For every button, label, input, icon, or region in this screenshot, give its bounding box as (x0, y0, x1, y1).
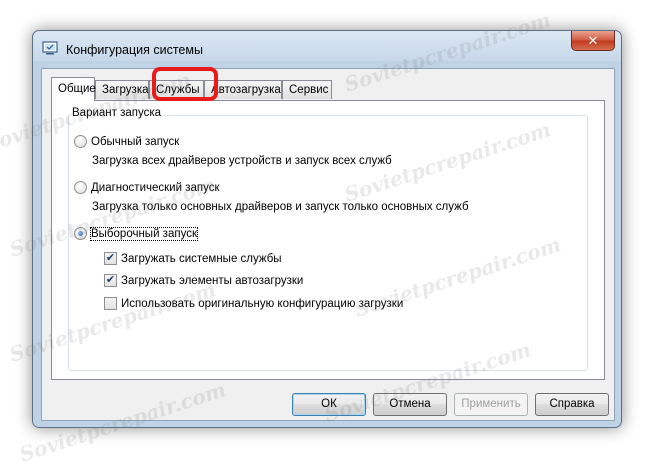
title-bar[interactable]: Конфигурация системы ✕ (33, 31, 621, 63)
use-original-boot-config-checkbox[interactable] (104, 297, 117, 310)
normal-startup-option[interactable]: Обычный запуск (74, 135, 179, 148)
close-icon: ✕ (587, 33, 599, 48)
apply-button[interactable]: Применить (454, 393, 528, 416)
diagnostic-startup-label: Диагностический запуск (91, 181, 220, 194)
selective-startup-label: Выборочный запуск (90, 226, 198, 241)
load-system-services-option[interactable]: ✔ Загружать системные службы (104, 252, 282, 265)
tab-tools[interactable]: Сервис (282, 80, 332, 99)
window-title: Конфигурация системы (66, 43, 203, 57)
load-system-services-label: Загружать системные службы (121, 252, 282, 265)
selective-startup-option[interactable]: Выборочный запуск (74, 226, 198, 241)
system-configuration-window: Конфигурация системы ✕ Общие Загрузка Сл… (32, 30, 622, 428)
general-tab-panel: Вариант запуска Обычный запуск Загрузка … (51, 100, 605, 380)
diagnostic-startup-radio[interactable] (74, 181, 87, 194)
load-startup-items-option[interactable]: ✔ Загружать элементы автозагрузки (104, 274, 303, 287)
diagnostic-startup-option[interactable]: Диагностический запуск (74, 181, 220, 194)
load-startup-items-checkbox[interactable]: ✔ (104, 274, 117, 287)
diagnostic-startup-description: Загрузка только основных драйверов и зап… (92, 201, 469, 213)
dialog-client-area: Общие Загрузка Службы Автозагрузка Серви… (41, 68, 615, 421)
help-button[interactable]: Справка (535, 393, 609, 416)
use-original-boot-config-label: Использовать оригинальную конфигурацию з… (121, 297, 404, 310)
cancel-button[interactable]: Отмена (373, 393, 447, 416)
services-tab-highlight (152, 67, 218, 101)
load-startup-items-label: Загружать элементы автозагрузки (121, 274, 304, 287)
group-title: Вариант запуска (69, 107, 165, 119)
use-original-boot-config-option[interactable]: Использовать оригинальную конфигурацию з… (104, 297, 403, 310)
selective-startup-radio[interactable] (74, 227, 87, 240)
normal-startup-label: Обычный запуск (91, 135, 180, 148)
close-button[interactable]: ✕ (571, 31, 615, 51)
tab-general[interactable]: Общие (51, 77, 96, 101)
msconfig-icon (42, 41, 58, 55)
normal-startup-radio[interactable] (74, 135, 87, 148)
startup-selection-group (68, 115, 588, 371)
normal-startup-description: Загрузка всех драйверов устройств и запу… (92, 155, 392, 167)
ok-button[interactable]: ОК (292, 393, 366, 416)
load-system-services-checkbox[interactable]: ✔ (104, 252, 117, 265)
tab-boot[interactable]: Загрузка (95, 80, 149, 99)
